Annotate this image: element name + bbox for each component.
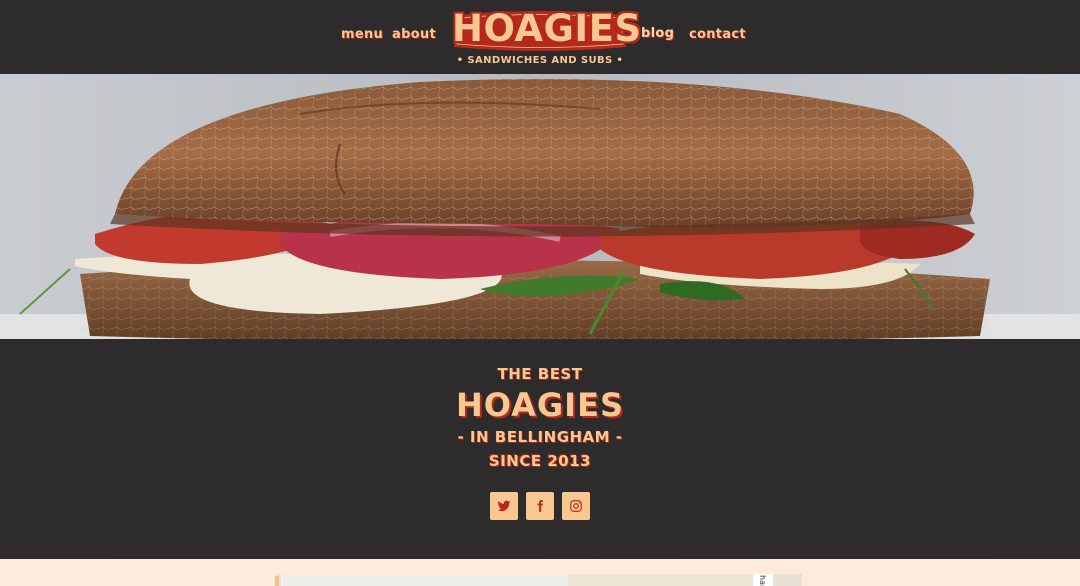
- nav-about-link[interactable]: About: [392, 27, 436, 42]
- hero-image: [0, 74, 1080, 342]
- nav-menu-link[interactable]: Menu: [341, 27, 383, 42]
- facebook-icon: [537, 500, 543, 512]
- section-divider: [0, 552, 1080, 558]
- instagram-button[interactable]: [562, 492, 590, 520]
- site-logo[interactable]: HOAGIES: [452, 7, 642, 53]
- map-tiles: [568, 574, 753, 586]
- intro-since: Since 2013: [488, 452, 592, 470]
- intro-line-the-best: The Best: [497, 365, 583, 383]
- facebook-button[interactable]: [526, 492, 554, 520]
- intro-location: - In Bellingham -: [457, 428, 623, 446]
- map-label: har: [753, 574, 773, 586]
- instagram-icon: [570, 500, 582, 512]
- twitter-icon: [497, 500, 511, 512]
- sandwich-photo: [0, 74, 1080, 342]
- twitter-button[interactable]: [490, 492, 518, 520]
- nav-blog-link[interactable]: Blog: [641, 26, 674, 41]
- map-corner-text: har: [758, 575, 767, 586]
- nav-contact-link[interactable]: Contact: [689, 27, 746, 42]
- logo-text: HOAGIES: [452, 7, 642, 50]
- map-panel: [281, 574, 568, 586]
- map-frame-edge: [275, 576, 279, 586]
- intro-heading: Hoagies: [456, 386, 624, 424]
- site-tagline: • Sandwiches and Subs •: [456, 55, 624, 66]
